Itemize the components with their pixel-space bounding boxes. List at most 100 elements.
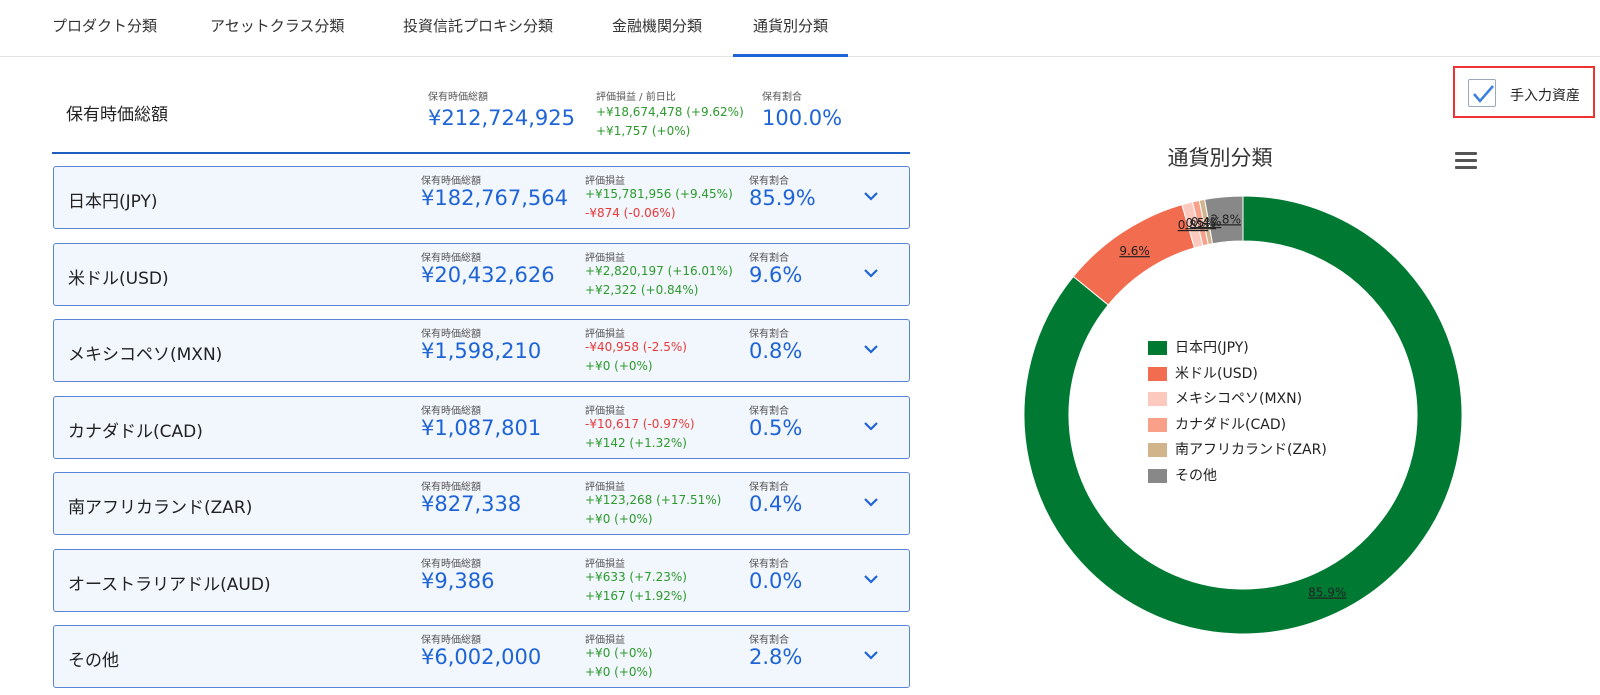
total-value: ¥212,724,925 <box>428 106 575 130</box>
row-pl: +¥123,268 (+17.51%) <box>585 493 722 507</box>
row-value-label: 保有時価総額 <box>421 176 481 187</box>
category-tabs: プロダクト分類 アセットクラス分類 投資信託プロキシ分類 金融機関分類 通貨別分… <box>0 0 1600 57</box>
row-value-label: 保有時価総額 <box>421 405 481 417</box>
manual-asset-label: 手入力資産 <box>1510 88 1580 104</box>
row-pl-label: 評価損益 <box>585 252 625 264</box>
row-value: ¥6,002,000 <box>421 645 542 669</box>
tab-asset-class[interactable]: アセットクラス分類 <box>210 0 344 57</box>
row-name: オーストラリアドル(AUD) <box>68 574 271 595</box>
total-daily: +¥1,757 (+0%) <box>596 124 691 138</box>
row-pl: +¥633 (+7.23%) <box>585 569 687 584</box>
row-value: ¥827,338 <box>421 492 522 516</box>
chevron-down-icon[interactable] <box>862 495 880 509</box>
row-value: ¥20,432,626 <box>421 262 555 287</box>
total-summary: 保有時価総額 保有時価総額 ¥212,724,925 評価損益 / 前日比 +¥… <box>52 76 910 154</box>
tab-currency[interactable]: 通貨別分類 <box>733 0 849 57</box>
row-share: 0.0% <box>749 568 803 593</box>
row-value-label: 保有時価総額 <box>421 558 481 570</box>
row-pl-label: 評価損益 <box>585 329 625 340</box>
row-daily-change: -¥874 (-0.06%) <box>585 206 676 220</box>
row-daily-change: +¥0 (+0%) <box>585 512 653 526</box>
row-value: ¥1,598,210 <box>421 339 542 363</box>
row-share: 0.5% <box>749 415 803 440</box>
chevron-down-icon[interactable] <box>862 419 880 433</box>
row-share: 0.8% <box>749 339 803 363</box>
total-share: 100.0% <box>762 106 843 130</box>
row-daily-change: +¥0 (+0%) <box>585 359 653 373</box>
currency-row-other[interactable]: その他 保有時価総額 ¥6,002,000 評価損益 +¥0 (+0%) +¥0 (+0%… <box>53 625 910 688</box>
row-share: 85.9% <box>749 186 816 210</box>
total-value-label: 保有時価総額 <box>428 92 488 103</box>
legend-label: 米ドル(USD) <box>1175 365 1258 382</box>
legend-label: 日本円(JPY) <box>1175 340 1249 356</box>
row-pl-label: 評価損益 <box>585 405 625 417</box>
legend-swatch <box>1148 366 1167 381</box>
row-name: その他 <box>68 651 119 671</box>
row-share-label: 保有割合 <box>749 176 789 187</box>
chevron-down-icon[interactable] <box>862 266 880 280</box>
legend-swatch <box>1148 468 1167 483</box>
row-name: 南アフリカランド(ZAR) <box>68 498 253 518</box>
row-value-label: 保有時価総額 <box>421 329 481 340</box>
donut-slice-usd[interactable] <box>1072 204 1196 306</box>
row-value-label: 保有時価総額 <box>421 482 481 493</box>
row-value-label: 保有時価総額 <box>421 252 481 264</box>
currency-row-mxn[interactable]: メキシコペソ(MXN) 保有時価総額 ¥1,598,210 評価損益 -¥40,958 … <box>53 319 910 382</box>
total-pl-label: 評価損益 / 前日比 <box>596 92 676 103</box>
currency-row-aud[interactable]: オーストラリアドル(AUD) 保有時価総額 ¥9,386 評価損益 +¥633 (+7.… <box>53 548 910 612</box>
row-value: ¥1,087,801 <box>421 415 542 440</box>
row-value: ¥9,386 <box>421 568 495 593</box>
row-share: 2.8% <box>749 645 803 669</box>
currency-row-zar[interactable]: 南アフリカランド(ZAR) 保有時価総額 ¥827,338 評価損益 +¥123,268… <box>53 472 910 535</box>
row-pl-label: 評価損益 <box>585 176 625 187</box>
row-name: 米ドル(USD) <box>68 268 169 289</box>
manual-asset-checkbox[interactable] <box>1468 79 1496 107</box>
row-share-label: 保有割合 <box>749 482 789 493</box>
row-pl-label: 評価損益 <box>585 558 625 570</box>
row-share-label: 保有割合 <box>749 252 789 264</box>
legend-swatch <box>1148 443 1167 457</box>
legend-label: メキシコペソ(MXN) <box>1175 391 1303 407</box>
chevron-down-icon[interactable] <box>862 572 880 586</box>
hamburger-menu-icon[interactable] <box>1455 152 1477 170</box>
chevron-down-icon[interactable] <box>862 189 880 203</box>
legend-label: カナダドル(CAD) <box>1175 416 1287 433</box>
row-share: 9.6% <box>749 262 803 287</box>
legend-label: 南アフリカランド(ZAR) <box>1175 442 1327 458</box>
total-share-label: 保有割合 <box>762 92 802 103</box>
row-pl-label: 評価損益 <box>585 482 625 493</box>
legend-swatch <box>1148 392 1167 406</box>
row-name: 日本円(JPY) <box>68 192 158 212</box>
legend-label: その他 <box>1175 467 1217 484</box>
row-pl: -¥10,617 (-0.97%) <box>585 416 695 431</box>
chevron-down-icon[interactable] <box>862 648 880 662</box>
row-share-label: 保有割合 <box>749 635 789 646</box>
row-name: メキシコペソ(MXN) <box>68 345 223 365</box>
row-value: ¥182,767,564 <box>421 186 568 210</box>
row-daily-change: +¥142 (+1.32%) <box>585 435 687 450</box>
row-daily-change: +¥167 (+1.92%) <box>585 588 687 603</box>
row-pl-label: 評価損益 <box>585 635 625 646</box>
chart-title: 通貨別分類 <box>1167 146 1273 170</box>
tab-institution[interactable]: 金融機関分類 <box>612 0 702 57</box>
row-pl: +¥15,781,956 (+9.45%) <box>585 187 733 201</box>
row-name: カナダドル(CAD) <box>68 421 203 442</box>
legend-swatch <box>1148 341 1167 355</box>
row-daily-change: +¥0 (+0%) <box>585 665 653 679</box>
row-pl: +¥2,820,197 (+16.01%) <box>585 263 733 278</box>
tab-product[interactable]: プロダクト分類 <box>52 0 157 57</box>
tab-fund-proxy[interactable]: 投資信託プロキシ分類 <box>403 0 553 57</box>
currency-row-cad[interactable]: カナダドル(CAD) 保有時価総額 ¥1,087,801 評価損益 -¥10,617 (… <box>53 395 910 459</box>
row-value-label: 保有時価総額 <box>421 635 481 646</box>
chevron-down-icon[interactable] <box>862 342 880 356</box>
total-pl: +¥18,674,478 (+9.62%) <box>596 105 744 119</box>
row-pl: +¥0 (+0%) <box>585 646 653 660</box>
legend-swatch <box>1148 417 1167 432</box>
manual-asset-toggle[interactable]: 手入力資産 <box>1453 66 1595 118</box>
row-share: 0.4% <box>749 492 803 516</box>
currency-row-usd[interactable]: 米ドル(USD) 保有時価総額 ¥20,432,626 評価損益 +¥2,820,197… <box>53 242 910 306</box>
row-share-label: 保有割合 <box>749 405 789 417</box>
row-pl: -¥40,958 (-2.5%) <box>585 340 687 354</box>
currency-row-jpy[interactable]: 日本円(JPY) 保有時価総額 ¥182,767,564 評価損益 +¥15,781,9… <box>53 166 910 229</box>
check-icon <box>1473 85 1494 103</box>
